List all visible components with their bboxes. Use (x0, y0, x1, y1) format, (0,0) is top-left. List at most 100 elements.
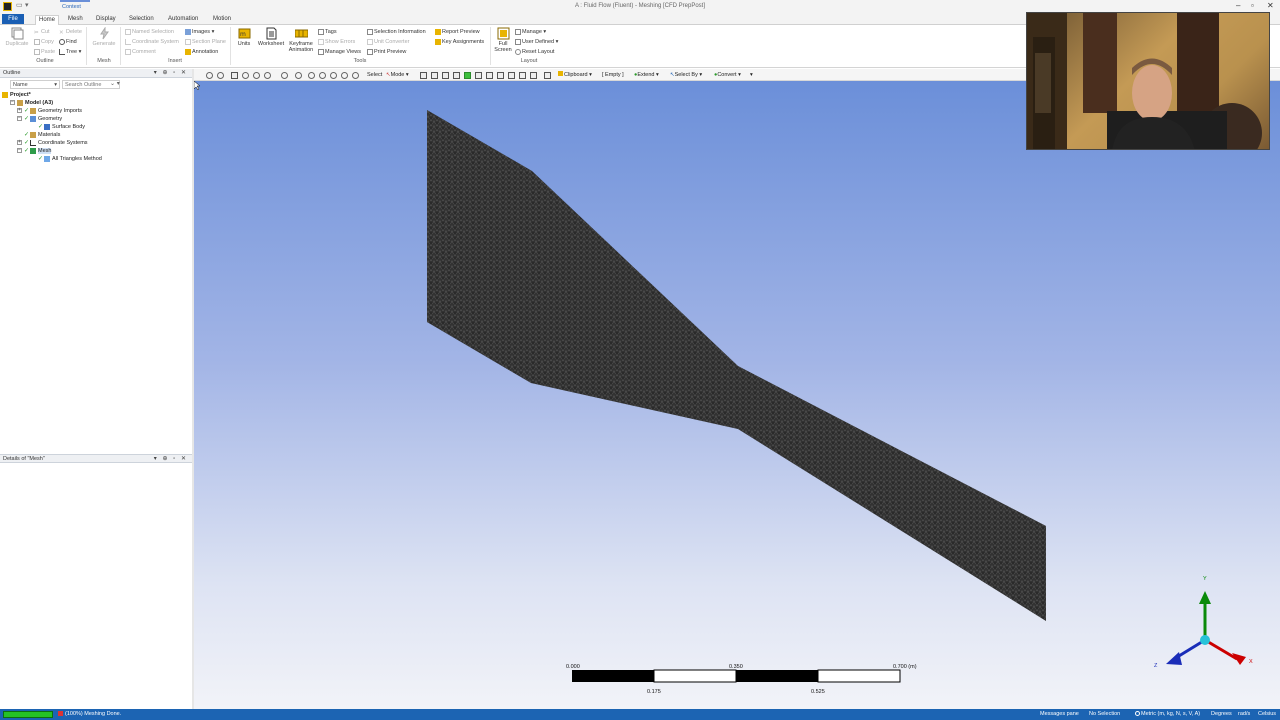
panel-controls[interactable]: ▾ ⊕ ▫ ✕ (154, 455, 188, 464)
clipboard-button[interactable]: Clipboard ▾ (558, 71, 592, 79)
select-option-icon[interactable] (530, 72, 537, 79)
select-button[interactable]: Select (367, 71, 382, 79)
mode-button[interactable]: ↖Mode ▾ (386, 71, 409, 79)
tab-automation[interactable]: Automation (165, 15, 201, 25)
delete-button[interactable]: ✕ Delete (59, 28, 82, 36)
maximize-icon[interactable]: ▫ (1251, 1, 1254, 10)
pan-icon[interactable] (253, 72, 260, 79)
zoom-previous-icon[interactable] (330, 72, 337, 79)
tab-selection[interactable]: Selection (126, 15, 157, 25)
worksheet-button[interactable]: Worksheet (256, 27, 286, 47)
tab-motion[interactable]: Motion (210, 15, 234, 25)
tree-item-surface-body[interactable]: ✓ Surface Body (38, 123, 85, 131)
tree-label: Tree (66, 49, 78, 55)
tab-mesh[interactable]: Mesh (65, 15, 86, 25)
full-screen-button[interactable]: Full Screen (493, 27, 513, 53)
coordinate-system-button[interactable]: Coordinate System (125, 38, 179, 46)
tree-button[interactable]: Tree ▾ (59, 48, 81, 56)
units-button[interactable]: m Units (234, 27, 254, 47)
select-option-icon[interactable] (544, 72, 551, 79)
filter-options-icon[interactable]: ⌄ ▾ (110, 80, 120, 87)
toolbar-overflow-icon[interactable]: ▾ (750, 71, 753, 79)
unit-system-status[interactable]: Metric (m, kg, N, s, V, A) (1135, 709, 1200, 720)
annotation-button[interactable]: Annotation (185, 48, 218, 56)
minimize-icon[interactable]: – (1236, 1, 1240, 10)
unit-converter-button[interactable]: Unit Converter (367, 38, 409, 46)
zoom-in-icon[interactable] (308, 72, 315, 79)
expand-icon[interactable]: + (17, 140, 22, 146)
select-option-icon[interactable] (508, 72, 515, 79)
zoom-fit-all-icon[interactable] (352, 72, 359, 79)
zoom-out-icon[interactable] (319, 72, 326, 79)
tree-item-all-triangles-method[interactable]: ✓ All Triangles Method (38, 155, 102, 163)
selection-information-button[interactable]: Selection Information (367, 28, 426, 36)
stop-icon[interactable] (58, 711, 63, 717)
duplicate-button[interactable]: Duplicate (4, 27, 30, 47)
paste-button[interactable]: Paste (34, 48, 55, 56)
panel-controls[interactable]: ▾ ⊕ ▫ ✕ (154, 69, 188, 78)
delete-label: Delete (66, 29, 82, 35)
select-mesh-icon[interactable] (464, 72, 471, 79)
images-button[interactable]: Images ▾ (185, 28, 214, 36)
graphics-viewport[interactable]: 0.000 0.350 0.700 (m) 0.175 0.525 Y Z X (194, 81, 1280, 709)
comment-button[interactable]: Comment (125, 48, 156, 56)
tree-item-mesh[interactable]: − ✓ Mesh (17, 147, 52, 155)
angle-units-status[interactable]: Degrees (1211, 709, 1232, 720)
convert-button[interactable]: ●Convert ▾ (714, 71, 741, 79)
collapse-icon[interactable]: − (10, 100, 15, 106)
temperature-units-status[interactable]: Celsius (1258, 709, 1276, 720)
key-assignments-button[interactable]: Key Assignments (435, 38, 484, 46)
expand-icon[interactable]: + (17, 108, 22, 114)
tags-button[interactable]: Tags (318, 28, 337, 36)
zoom-icon[interactable] (206, 72, 213, 79)
select-edge-icon[interactable] (431, 72, 438, 79)
copy-button[interactable]: Copy (34, 38, 54, 46)
tree-item-project[interactable]: Project* (2, 91, 31, 99)
tree-item-materials[interactable]: ✓ Materials (24, 131, 60, 139)
select-element-face-icon[interactable] (497, 72, 504, 79)
named-selection-button[interactable]: Named Selection (125, 28, 174, 36)
angular-velocity-units-status[interactable]: rad/s (1238, 709, 1250, 720)
print-preview-button[interactable]: Print Preview (367, 48, 406, 56)
select-node-icon[interactable] (475, 72, 482, 79)
tree-item-geometry-imports[interactable]: + ✓ Geometry Imports (17, 107, 82, 115)
select-option-icon[interactable] (519, 72, 526, 79)
manage-button[interactable]: Manage ▾ (515, 28, 546, 36)
collapse-icon[interactable]: − (17, 148, 22, 154)
select-body-icon[interactable] (453, 72, 460, 79)
mesh-surface-body[interactable] (427, 110, 1046, 621)
select-face-icon[interactable] (442, 72, 449, 79)
reset-layout-button[interactable]: Reset Layout (515, 48, 554, 56)
rotate-icon[interactable] (242, 72, 249, 79)
find-button[interactable]: Find (59, 38, 77, 46)
report-preview-button[interactable]: Report Preview (435, 28, 480, 36)
select-element-icon[interactable] (486, 72, 493, 79)
tab-display[interactable]: Display (93, 15, 119, 25)
keyframe-animation-button[interactable]: Keyframe Animation (287, 27, 315, 53)
zoom-box-icon[interactable] (217, 72, 224, 79)
view-icon[interactable] (231, 72, 238, 79)
tree-item-coordinate-systems[interactable]: + ✓ Coordinate Systems (17, 139, 88, 147)
axis-triad[interactable] (1166, 591, 1246, 665)
messages-pane-link[interactable]: Messages pane (1040, 709, 1079, 720)
filter-name-select[interactable]: Name ▾ (10, 80, 60, 89)
manage-views-button[interactable]: Manage Views (318, 48, 361, 56)
select-vertex-icon[interactable] (420, 72, 427, 79)
cut-button[interactable]: ✂ Cut (34, 28, 50, 36)
section-plane-button[interactable]: Section Plane (185, 38, 226, 46)
tree-item-model[interactable]: − Model (A3) (10, 99, 53, 107)
zoom-next-icon[interactable] (341, 72, 348, 79)
zoom-to-fit-icon[interactable] (281, 72, 288, 79)
generate-button[interactable]: Generate (90, 27, 118, 47)
collapse-icon[interactable]: − (17, 116, 22, 122)
tab-file[interactable]: File (2, 14, 24, 24)
look-at-icon[interactable] (264, 72, 271, 79)
report-preview-label: Report Preview (442, 29, 480, 35)
extend-button[interactable]: ●Extend ▾ (634, 71, 659, 79)
magnifier-icon[interactable] (295, 72, 302, 79)
user-defined-button[interactable]: User Defined ▾ (515, 38, 558, 46)
tree-item-geometry[interactable]: − ✓ Geometry (17, 115, 62, 123)
select-by-button[interactable]: ↖Select By ▾ (670, 71, 702, 79)
show-errors-button[interactable]: Show Errors (318, 38, 355, 46)
close-icon[interactable]: ✕ (1267, 1, 1274, 10)
